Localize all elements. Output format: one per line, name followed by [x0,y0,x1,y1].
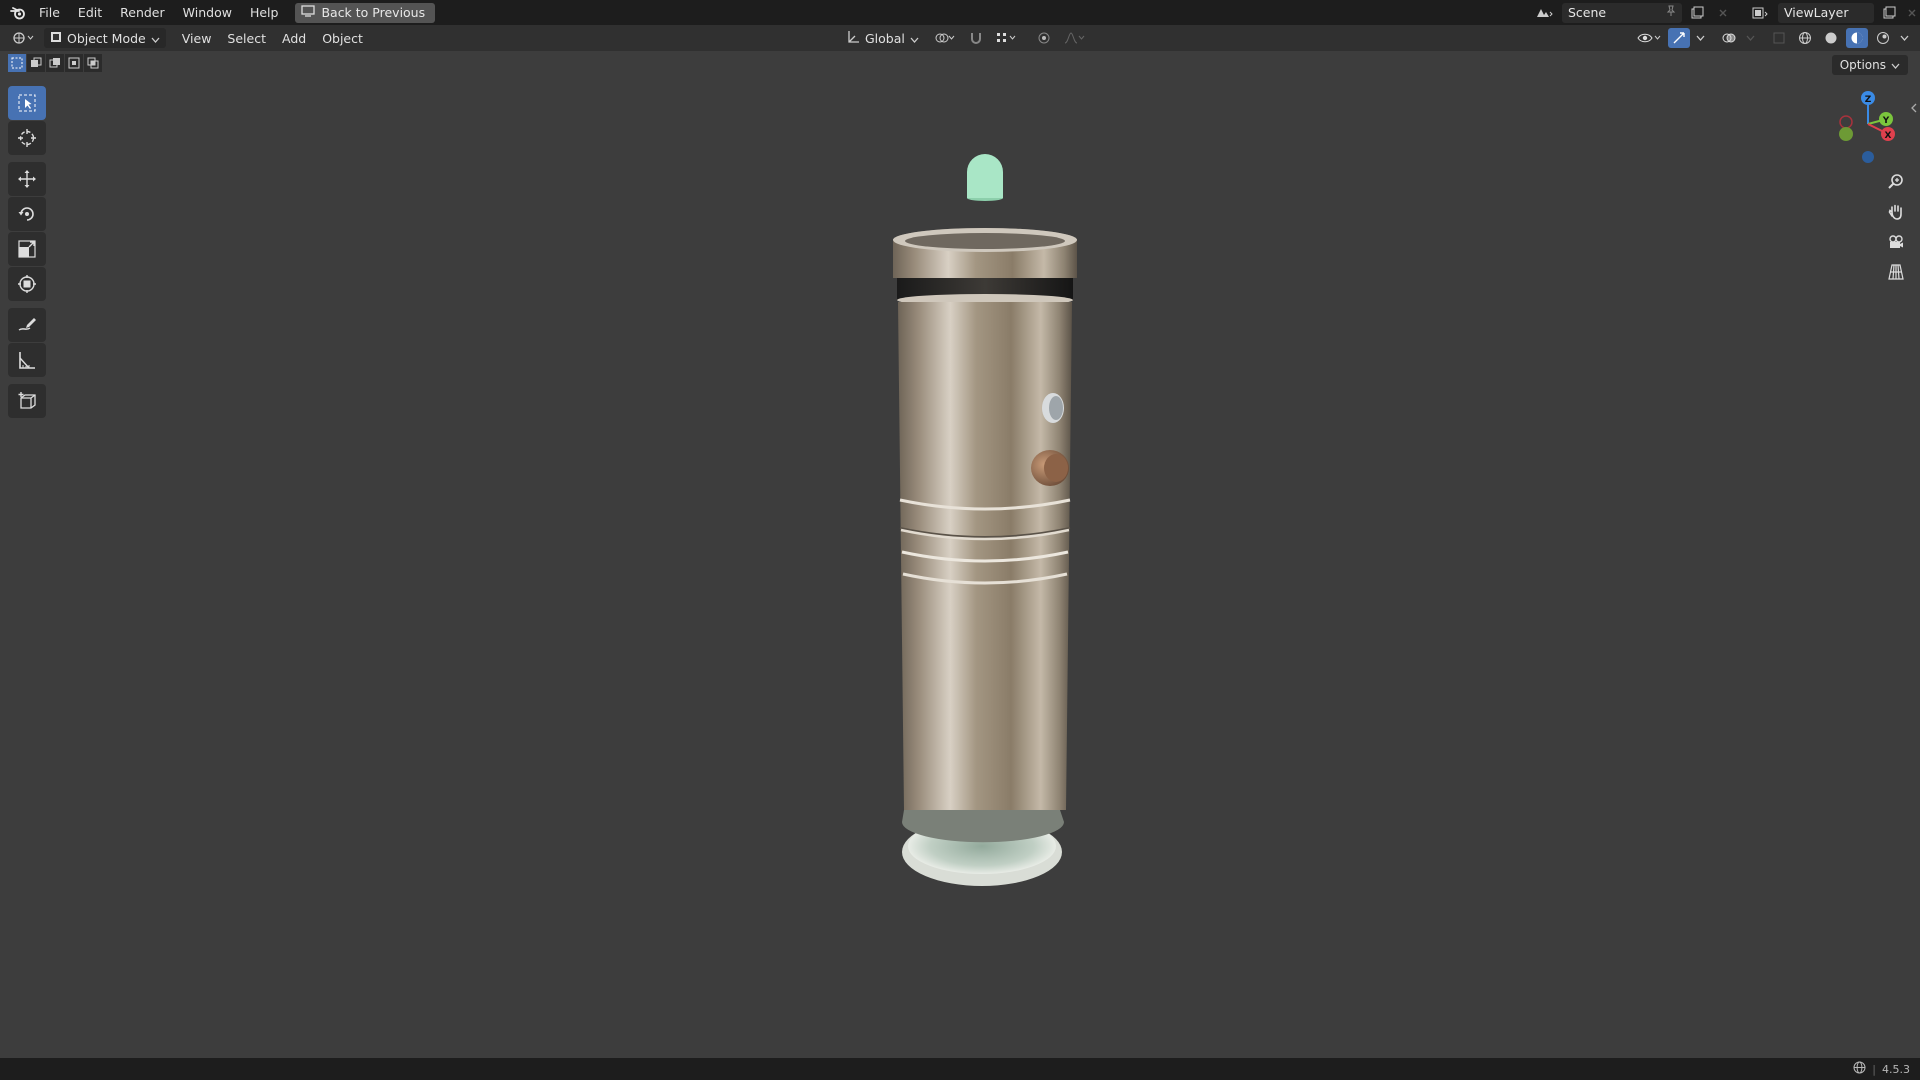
menu-help[interactable]: Help [241,0,288,25]
view-layer-browse-icon[interactable] [1746,3,1774,23]
version-label: 4.5.3 [1882,1062,1910,1076]
gizmo-toggle-icon[interactable] [1668,28,1690,48]
status-separator: | [1872,1062,1876,1076]
blender-logo-icon[interactable] [6,3,30,23]
gizmo-x-label: X [1885,131,1892,141]
snap-target-icon[interactable] [993,28,1021,48]
transform-tool-icon[interactable] [8,267,46,301]
viewport-display-tools [1634,25,1910,51]
gizmo-dropdown-icon[interactable] [1694,28,1706,48]
chevron-down-icon [151,31,160,46]
view-layer-text: ViewLayer [1784,5,1849,20]
orientation-label: Global [865,30,905,46]
shading-dropdown-icon[interactable] [1898,28,1910,48]
select-subtract-icon[interactable] [46,54,64,72]
orientation-axes-icon [846,30,860,47]
menu-edit[interactable]: Edit [69,0,111,25]
menu-select[interactable]: Select [219,31,274,46]
select-intersect-icon[interactable] [84,54,102,72]
scene-name-field[interactable]: Scene [1562,2,1682,23]
menu-window[interactable]: Window [174,0,241,25]
rendered-shading-icon[interactable] [1872,28,1894,48]
options-label: Options [1839,58,1886,72]
proportional-editing-icon[interactable] [1033,28,1055,48]
rotate-tool-icon[interactable] [8,197,46,231]
chevron-down-icon [1891,58,1900,72]
select-invert-icon[interactable] [65,54,83,72]
globe-icon [1853,1061,1866,1077]
overlays-dropdown-icon[interactable] [1744,28,1756,48]
select-new-icon[interactable] [8,54,26,72]
visibility-icon[interactable] [1634,28,1664,48]
top-right-group: Scene ViewLayer [1530,0,1920,25]
new-view-layer-icon[interactable] [1878,3,1900,23]
camera-view-icon[interactable] [1882,230,1910,254]
gizmo-negative-x[interactable] [1839,115,1853,129]
delete-view-layer-icon[interactable] [1904,3,1920,23]
back-to-previous-button[interactable]: Back to Previous [295,2,436,23]
mode-dropdown[interactable]: Object Mode [44,28,166,48]
add-cube-tool-icon[interactable] [8,384,46,418]
wireframe-shading-icon[interactable] [1794,28,1816,48]
transform-tools: Global [836,25,1089,51]
menu-render[interactable]: Render [111,0,174,25]
menu-view[interactable]: View [174,31,220,46]
cursor-tool-icon[interactable] [8,121,46,155]
scene-name-text: Scene [1568,5,1607,20]
overlays-icon[interactable] [1718,28,1740,48]
options-dropdown[interactable]: Options [1831,55,1908,75]
top-bar: File Edit Render Window Help Back to Pre… [0,0,1920,25]
zoom-icon[interactable] [1882,170,1910,194]
viewport-nav-buttons [1882,170,1910,284]
xray-toggle-icon[interactable] [1768,28,1790,48]
select-extend-icon[interactable] [27,54,45,72]
material-preview-shading-icon[interactable] [1846,28,1868,48]
gizmo-negative-y[interactable] [1839,127,1853,141]
pan-hand-icon[interactable] [1882,200,1910,224]
solid-shading-icon[interactable] [1820,28,1842,48]
snap-toggle-icon[interactable] [965,28,987,48]
scale-tool-icon[interactable] [8,232,46,266]
chevron-down-icon [910,31,919,46]
perspective-toggle-icon[interactable] [1882,260,1910,284]
cylinder-model[interactable] [860,150,1100,910]
gizmo-negative-z[interactable] [1862,151,1874,163]
menu-file[interactable]: File [30,0,69,25]
new-scene-icon[interactable] [1686,3,1708,23]
measure-tool-icon[interactable] [8,343,46,377]
gizmo-z-label: Z [1865,95,1872,105]
menu-add[interactable]: Add [274,31,314,46]
delete-scene-icon[interactable] [1712,3,1734,23]
object-mode-icon [50,31,62,46]
editor-type-icon[interactable] [6,28,40,48]
select-box-tool-icon[interactable] [8,86,46,120]
selection-modes [8,54,102,72]
falloff-icon[interactable] [1061,28,1089,48]
view-layer-field[interactable]: ViewLayer [1778,2,1874,23]
gizmo-y-label: Y [1882,116,1890,126]
back-to-previous-label: Back to Previous [321,5,426,20]
menu-object[interactable]: Object [314,31,371,46]
screen-icon [301,5,316,20]
scene-browse-icon[interactable] [1530,3,1558,23]
pin-icon[interactable] [1666,5,1676,20]
sidebar-toggle-icon[interactable] [1910,100,1918,116]
navigation-gizmo[interactable]: Z Y X [1830,84,1900,168]
status-bar: | 4.5.3 [0,1058,1920,1080]
mode-label: Object Mode [67,30,146,46]
tool-shelf [8,86,46,419]
move-tool-icon[interactable] [8,162,46,196]
pivot-point-icon[interactable] [931,28,959,48]
annotate-tool-icon[interactable] [8,308,46,342]
orientation-dropdown[interactable]: Global [840,28,925,48]
